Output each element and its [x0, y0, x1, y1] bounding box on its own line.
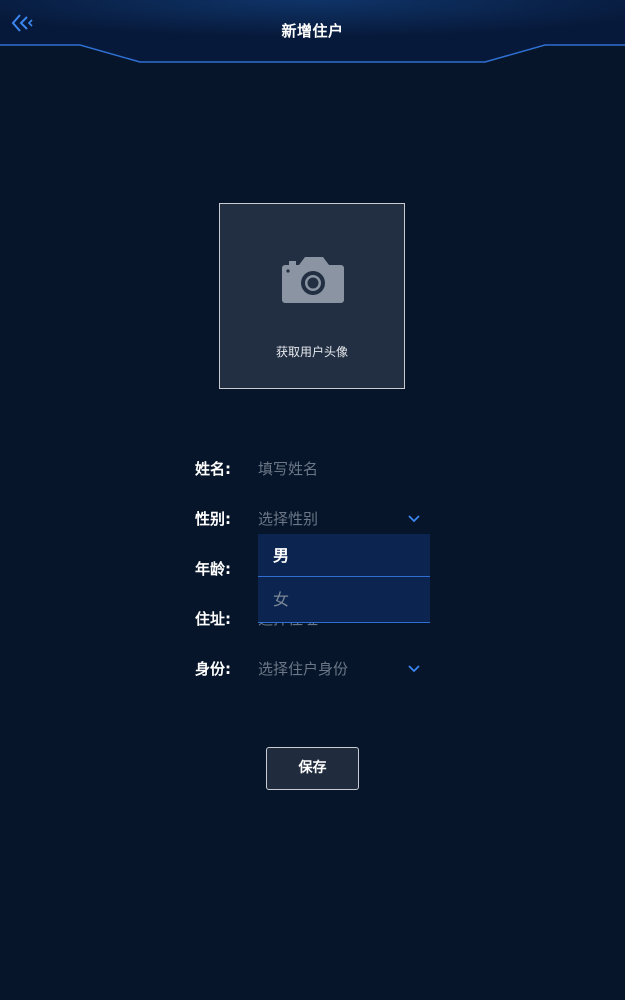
top-nav-bar: 新增住户 — [0, 0, 625, 64]
avatar-capture-button[interactable]: 获取用户头像 — [219, 203, 405, 389]
gender-select[interactable]: 选择性别 — [258, 508, 318, 529]
avatar-capture-label: 获取用户头像 — [275, 345, 348, 359]
new-resident-page: 新增住户 获取用户头像 姓名: 性别: 选择性别 年龄: 住址: 选择住址 — [0, 0, 625, 1000]
identity-label: 身份: — [195, 660, 231, 678]
address-label: 住址: — [195, 610, 231, 628]
identity-select[interactable]: 选择住户身份 — [258, 658, 348, 679]
name-row: 姓名: — [195, 454, 435, 484]
identity-row: 身份: 选择住户身份 — [195, 654, 435, 684]
chevron-down-icon[interactable] — [407, 514, 421, 523]
name-label: 姓名: — [195, 460, 231, 478]
gender-label: 性别: — [195, 510, 231, 528]
gender-option-female[interactable]: 女 — [258, 578, 430, 621]
chevron-down-icon[interactable] — [407, 664, 421, 673]
age-label: 年龄: — [195, 560, 231, 578]
page-title: 新增住户 — [281, 22, 344, 40]
gender-option-male[interactable]: 男 — [258, 534, 430, 577]
camera-icon — [282, 257, 344, 303]
gender-dropdown: 男 女 — [258, 534, 430, 623]
name-input[interactable] — [258, 456, 428, 482]
gender-row: 性别: 选择性别 — [195, 504, 435, 534]
save-button[interactable]: 保存 — [266, 747, 359, 790]
